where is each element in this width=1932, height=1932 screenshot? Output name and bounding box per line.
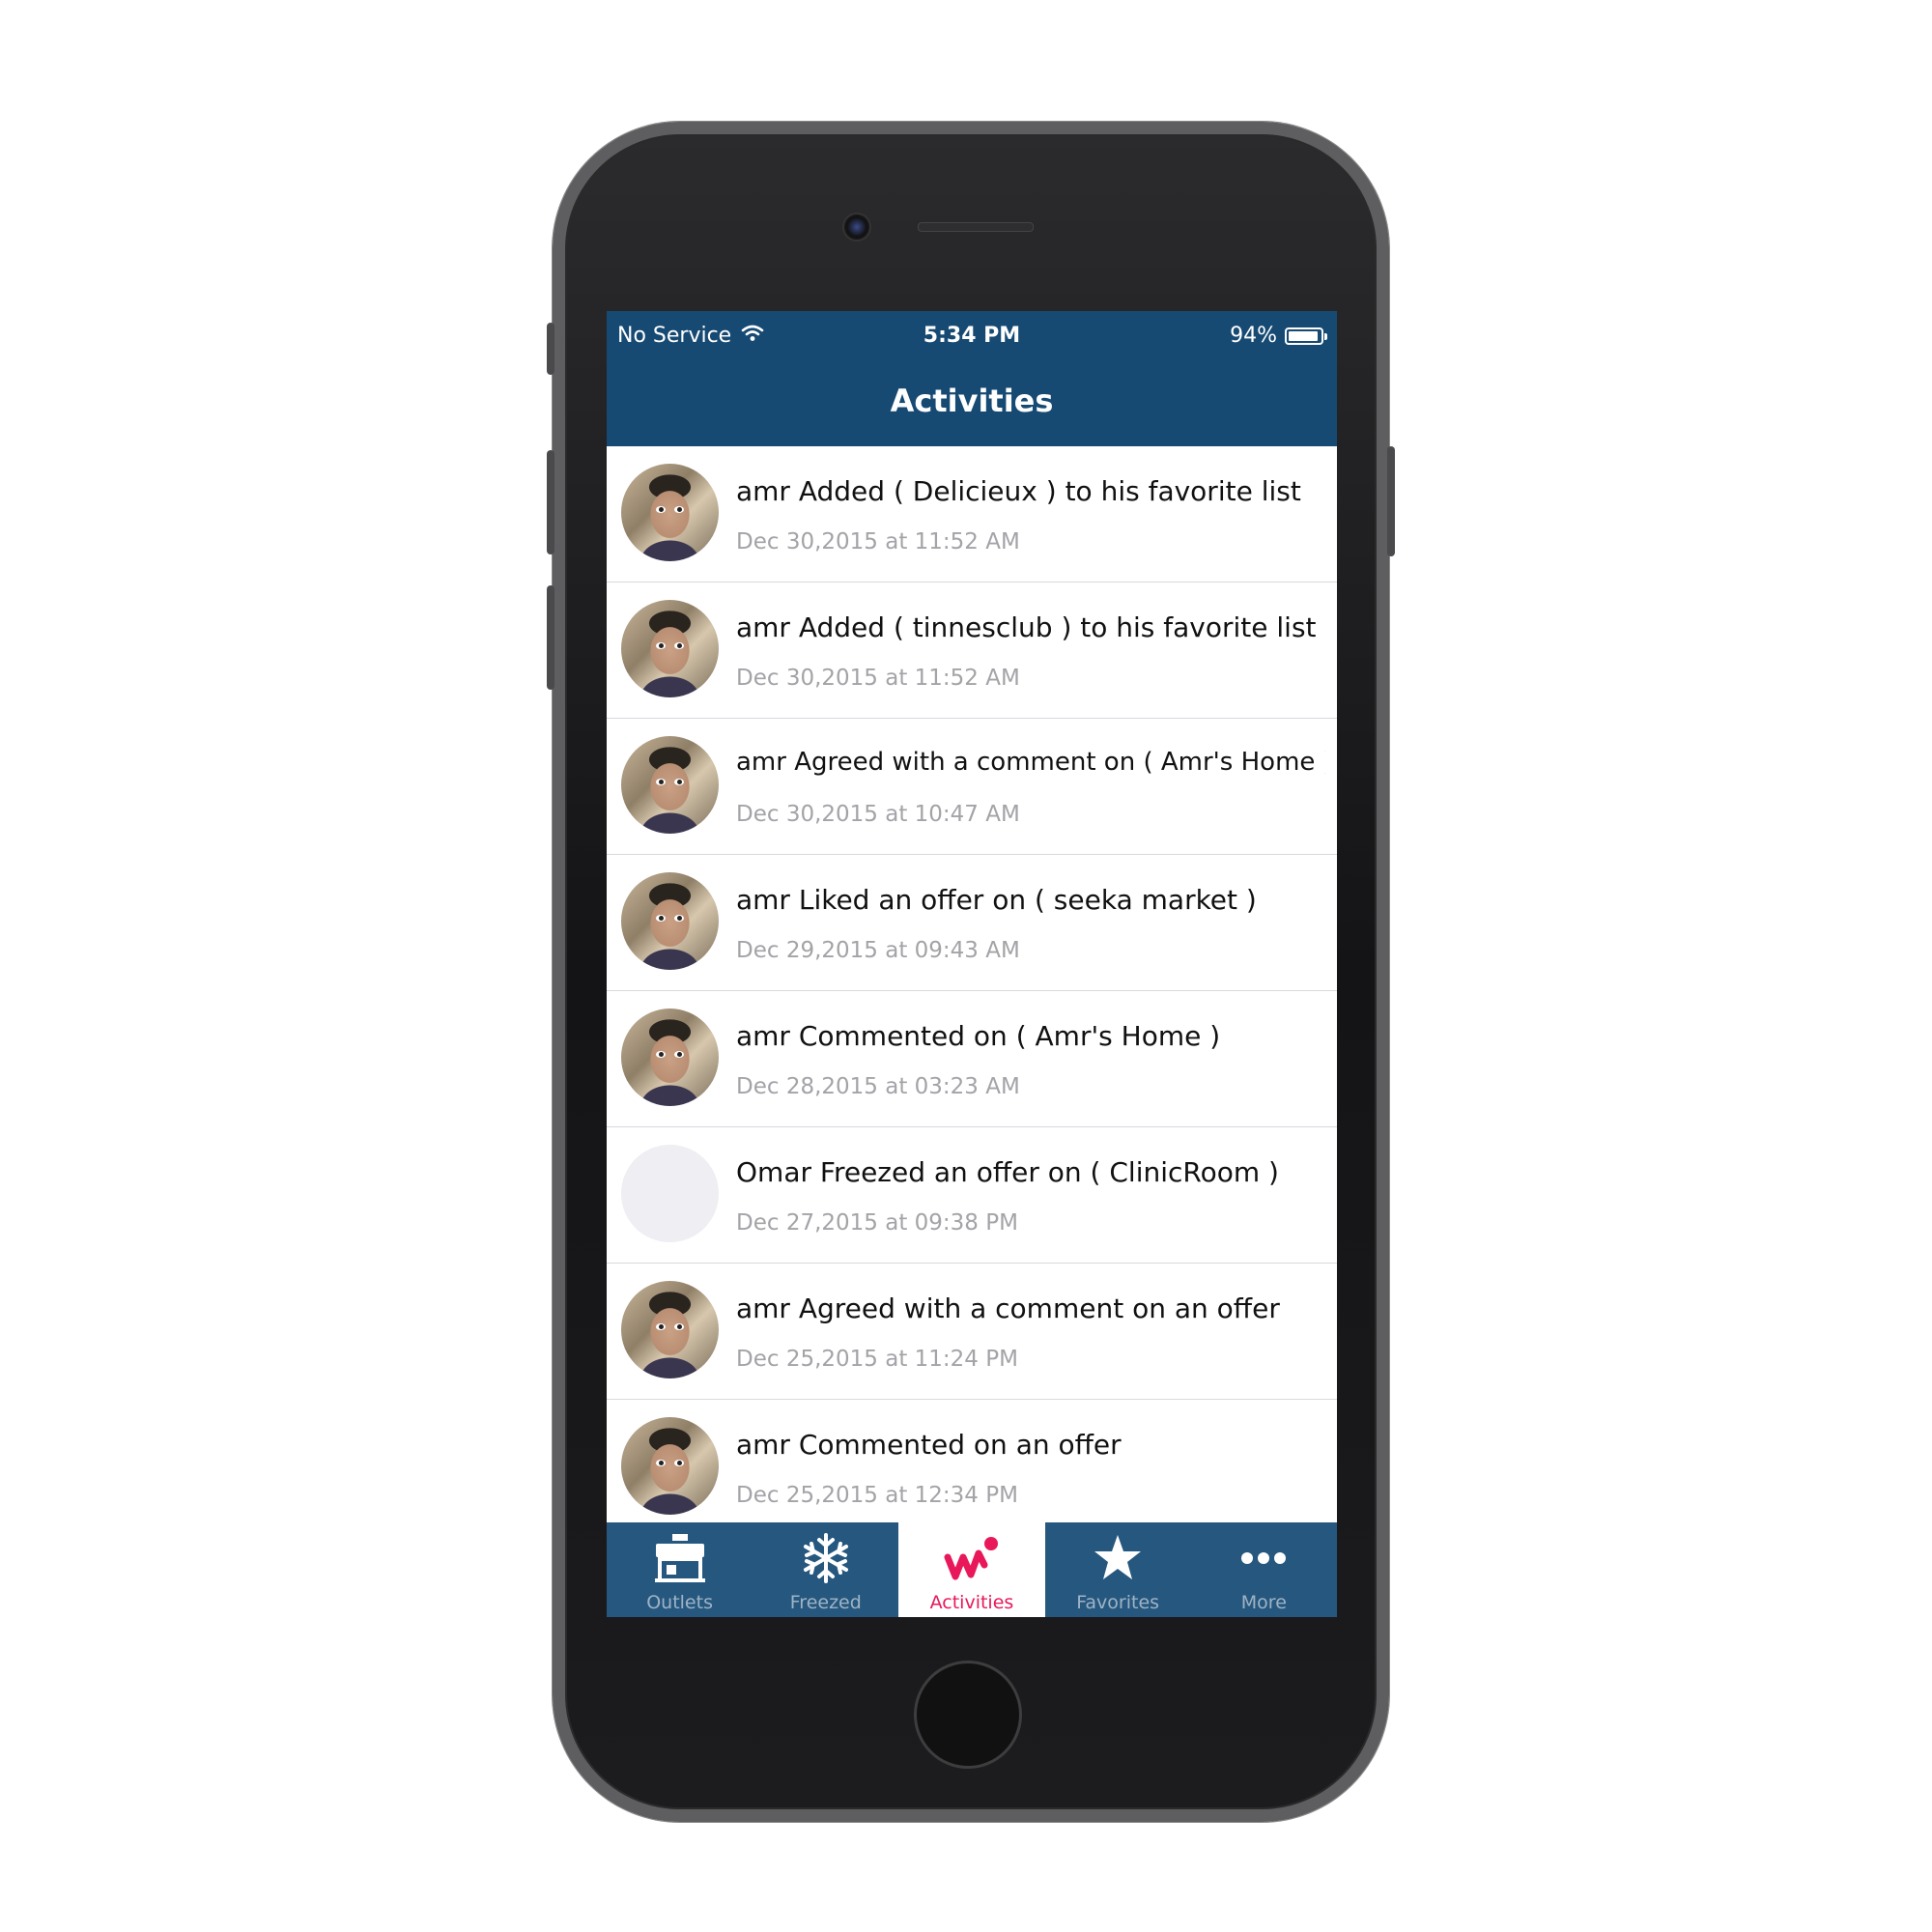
list-item[interactable]: amr Liked an offer on ( seeka market ) D… xyxy=(607,855,1337,991)
activity-date: Dec 30,2015 at 10:47 AM xyxy=(736,802,1020,827)
tab-more[interactable]: More xyxy=(1191,1522,1337,1617)
activity-title: amr Liked an offer on ( seeka market ) xyxy=(736,884,1257,916)
tab-label: Outlets xyxy=(646,1592,713,1613)
avatar xyxy=(621,736,719,834)
battery-icon xyxy=(1285,327,1327,345)
navigation-bar: Activities xyxy=(607,365,1337,446)
activity-title: amr Agreed with a comment on an offer xyxy=(736,1293,1280,1324)
activity-title: amr Commented on an offer xyxy=(736,1429,1122,1461)
avatar xyxy=(621,464,719,561)
activity-date: Dec 30,2015 at 11:52 AM xyxy=(736,529,1020,554)
avatar xyxy=(621,1009,719,1106)
status-time: 5:34 PM xyxy=(923,324,1021,348)
list-item[interactable]: amr Agreed with a comment on an offer De… xyxy=(607,1264,1337,1400)
tab-bar: Outlets Freezed Activities Favorites Mor… xyxy=(607,1522,1337,1617)
page-title: Activities xyxy=(890,383,1054,419)
activity-title: amr Commented on ( Amr's Home ) xyxy=(736,1020,1221,1052)
star-icon xyxy=(1089,1532,1147,1584)
activity-date: Dec 25,2015 at 12:34 PM xyxy=(736,1483,1018,1508)
list-item[interactable]: amr Added ( tinnesclub ) to his favorite… xyxy=(607,582,1337,719)
tab-label: Activities xyxy=(929,1592,1014,1613)
list-item[interactable]: amr Added ( Delicieux ) to his favorite … xyxy=(607,446,1337,582)
snowflake-icon xyxy=(797,1532,855,1584)
activity-date: Dec 29,2015 at 09:43 AM xyxy=(736,938,1020,963)
list-item[interactable]: amr Commented on ( Amr's Home ) Dec 28,2… xyxy=(607,991,1337,1127)
activity-date: Dec 27,2015 at 09:38 PM xyxy=(736,1210,1018,1236)
tab-outlets[interactable]: Outlets xyxy=(607,1522,753,1617)
tab-favorites[interactable]: Favorites xyxy=(1045,1522,1191,1617)
activity-title: amr Agreed with a comment on ( Amr's Hom… xyxy=(736,748,1325,777)
activity-date: Dec 30,2015 at 11:52 AM xyxy=(736,666,1020,691)
store-icon xyxy=(651,1532,709,1584)
activity-title: amr Added ( Delicieux ) to his favorite … xyxy=(736,475,1301,507)
tab-activities[interactable]: Activities xyxy=(898,1522,1045,1617)
activity-date: Dec 25,2015 at 11:24 PM xyxy=(736,1347,1018,1372)
activities-icon xyxy=(943,1532,1001,1584)
avatar xyxy=(621,600,719,697)
activity-title: amr Added ( tinnesclub ) to his favorite… xyxy=(736,611,1317,643)
list-item[interactable]: amr Agreed with a comment on ( Amr's Hom… xyxy=(607,719,1337,855)
avatar xyxy=(621,1281,719,1378)
activity-title: Omar Freezed an offer on ( ClinicRoom ) xyxy=(736,1156,1279,1188)
avatar xyxy=(621,1417,719,1515)
list-item[interactable]: amr Commented on an offer Dec 25,2015 at… xyxy=(607,1400,1337,1536)
volume-down-button xyxy=(547,585,554,690)
front-camera xyxy=(842,213,871,242)
tab-label: Freezed xyxy=(789,1592,862,1613)
activity-list[interactable]: amr Added ( Delicieux ) to his favorite … xyxy=(607,446,1337,1536)
tab-label: Favorites xyxy=(1076,1592,1160,1613)
mute-switch xyxy=(547,323,554,375)
activity-date: Dec 28,2015 at 03:23 AM xyxy=(736,1074,1020,1099)
list-item[interactable]: Omar Freezed an offer on ( ClinicRoom ) … xyxy=(607,1127,1337,1264)
more-dots-icon xyxy=(1235,1532,1293,1584)
tab-freezed[interactable]: Freezed xyxy=(753,1522,898,1617)
screen: No Service 5:34 PM 94% Activities amr Ad… xyxy=(607,311,1337,1617)
home-button[interactable] xyxy=(914,1661,1022,1769)
avatar xyxy=(621,1145,719,1242)
tab-label: More xyxy=(1240,1592,1287,1613)
volume-up-button xyxy=(547,450,554,554)
avatar xyxy=(621,872,719,970)
earpiece-speaker xyxy=(918,222,1034,232)
power-button xyxy=(1387,446,1395,556)
status-bar: No Service 5:34 PM 94% xyxy=(607,311,1337,365)
battery-percent: 94% xyxy=(1230,324,1277,348)
